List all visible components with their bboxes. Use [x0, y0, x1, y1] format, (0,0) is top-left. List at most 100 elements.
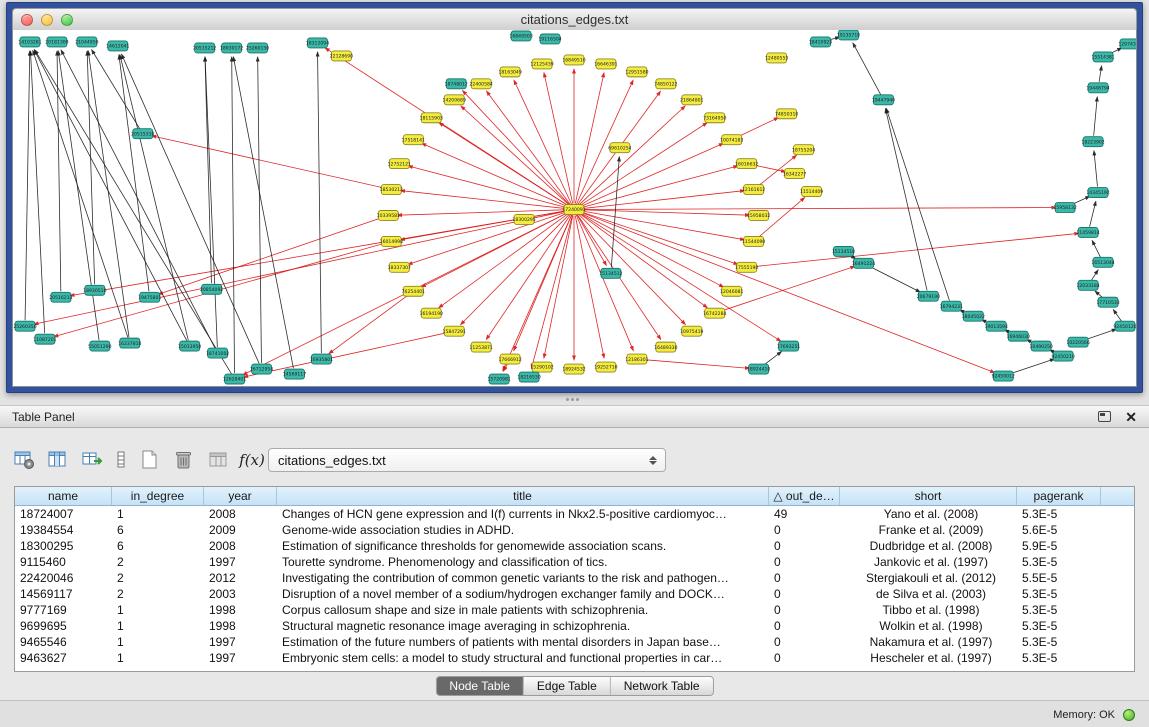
graph-node[interactable]: 73164950 [703, 113, 726, 123]
graph-node[interactable]: 10074183 [720, 135, 743, 145]
graph-node[interactable]: 10490250 [1030, 341, 1053, 351]
graph-node[interactable]: 16794231 [940, 301, 963, 311]
graph-node[interactable]: 25260150 [246, 43, 269, 53]
tab-edge-table[interactable]: Edge Table [523, 677, 610, 695]
graph-node[interactable]: 18223902 [1081, 137, 1104, 147]
graph-node[interactable]: 18530212 [380, 185, 403, 195]
graph-node[interactable]: 11514409 [800, 187, 823, 197]
graph-node[interactable]: 16849503 [509, 31, 532, 41]
graph-node[interactable]: 14569117 [283, 369, 306, 379]
table-row[interactable]: 2242004622012Investigating the contribut… [15, 570, 1134, 586]
graph-node[interactable]: 12125439 [530, 59, 553, 69]
graph-node[interactable]: 11253871 [470, 342, 493, 352]
graph-node[interactable]: 18924532 [562, 364, 585, 374]
graph-node[interactable]: 18312094 [306, 38, 329, 48]
table-row[interactable]: 946362711997Embryonic stem cells: a mode… [15, 650, 1134, 666]
graph-node[interactable]: 16342277 [783, 169, 806, 179]
new-table-icon[interactable] [136, 446, 164, 474]
graph-node[interactable]: 16489330 [654, 342, 677, 352]
graph-node[interactable]: 69610254 [608, 143, 631, 153]
graph-node[interactable]: 19252710 [594, 362, 617, 372]
function-builder-icon[interactable]: f(x) [238, 446, 266, 474]
graph-node[interactable]: 15514381 [1091, 52, 1114, 62]
graph-node[interactable]: 16513044 [1091, 257, 1114, 267]
graph-node[interactable]: 15134510 [832, 246, 855, 256]
graph-node[interactable]: 18337307 [388, 262, 411, 272]
graph-node[interactable]: 16646391 [594, 59, 617, 69]
graph-node[interactable]: 17693251 [777, 341, 800, 351]
graph-node[interactable]: 19448794 [1086, 83, 1109, 93]
column-header-pagerank[interactable]: pagerank [1017, 487, 1101, 505]
graph-node[interactable]: 10975419 [680, 326, 703, 336]
column-header-year[interactable]: year [204, 487, 277, 505]
graph-node[interactable]: 92450210 [1051, 351, 1074, 361]
graph-node[interactable]: 21044950 [75, 37, 98, 47]
graph-node[interactable]: 17555190 [735, 262, 758, 272]
manage-columns-icon[interactable] [44, 446, 72, 474]
table-row[interactable]: 1830029562008Estimation of significance … [15, 538, 1134, 554]
graph-node[interactable]: 15013950 [178, 341, 201, 351]
graph-node[interactable]: 16016632 [735, 159, 758, 169]
graph-node[interactable]: 14200689 [443, 95, 466, 105]
graph-node[interactable]: 15847291 [443, 326, 466, 336]
table-row[interactable]: 977716911998Corpus callosum shape and si… [15, 602, 1134, 618]
graph-node[interactable]: 22128690 [330, 51, 353, 61]
graph-node[interactable]: 15720981 [487, 374, 510, 384]
graph-node[interactable]: 18163049 [498, 67, 521, 77]
graph-node[interactable]: 16194190 [420, 308, 443, 318]
table-row[interactable]: 1456911722003Disruption of a novel membe… [15, 586, 1134, 602]
graph-node[interactable]: 12186301 [625, 354, 648, 364]
column-header-title[interactable]: title [277, 487, 769, 505]
tab-node-table[interactable]: Node Table [436, 677, 523, 695]
graph-node[interactable]: 16935801 [310, 354, 333, 364]
graph-node[interactable]: 18930172 [220, 43, 243, 53]
column-header-out_degree[interactable]: △ out_de… [769, 487, 840, 505]
float-panel-icon[interactable] [1098, 411, 1111, 422]
graph-node[interactable]: 18300295 [512, 214, 535, 224]
row-options-icon[interactable] [112, 446, 130, 474]
graph-node[interactable]: 11459814 [1076, 227, 1099, 237]
network-canvas[interactable]: 17240091 15958032 12161612 16016632 10074183… [13, 30, 1136, 386]
graph-node[interactable]: 20515212 [193, 43, 216, 53]
graph-node[interactable]: 12974393 [1118, 39, 1136, 49]
graph-node[interactable]: 15290102 [530, 362, 553, 372]
graph-node[interactable]: 22400584 [470, 79, 493, 89]
graph-node[interactable]: 16946030 [1007, 331, 1030, 341]
graph-node[interactable]: 18755204 [792, 145, 815, 155]
table-source-select[interactable]: citations_edges.txt [268, 448, 666, 472]
graph-node[interactable]: 15958132 [1053, 203, 1076, 213]
graph-node[interactable]: 16849510 [562, 55, 585, 65]
graph-node[interactable]: 16237810 [118, 338, 141, 348]
graph-node[interactable]: 18748012 [445, 79, 468, 89]
graph-node[interactable]: 19116504 [538, 34, 561, 44]
graph-node[interactable]: 19475801 [138, 292, 161, 302]
table-row[interactable]: 1872400712008Changes of HCN gene express… [15, 506, 1134, 522]
graph-node[interactable]: 18045022 [962, 311, 985, 321]
table-row[interactable]: 1938455462009Genome-wide association stu… [15, 522, 1134, 538]
table-row[interactable]: 946554611997Estimation of the future num… [15, 634, 1134, 650]
graph-node[interactable]: 18410923 [809, 37, 832, 47]
graph-node[interactable]: 16742284 [703, 308, 726, 318]
column-header-name[interactable]: name [15, 487, 112, 505]
import-file-icon[interactable] [204, 446, 232, 474]
graph-node[interactable]: 14612041 [106, 41, 129, 51]
graph-node[interactable]: 18216530 [517, 372, 540, 382]
graph-node[interactable]: 17666912 [498, 354, 521, 364]
graph-node[interactable]: 16712954 [250, 364, 273, 374]
graph-node[interactable]: 92450012 [992, 371, 1015, 381]
graph-node[interactable]: 14103281 [18, 37, 41, 47]
graph-node[interactable]: 20515310 [131, 129, 154, 139]
graph-node[interactable]: 14345192 [1086, 188, 1109, 198]
graph-node[interactable]: 19447940 [872, 95, 895, 105]
graph-node[interactable]: 16491224 [852, 258, 875, 268]
graph-node[interactable]: 15958032 [747, 210, 770, 220]
graph-node[interactable]: 92450120 [1113, 321, 1136, 331]
tab-network-table[interactable]: Network Table [610, 677, 713, 695]
graph-node[interactable]: 12046081 [720, 286, 743, 296]
graph-node[interactable]: 12033184 [1076, 280, 1099, 290]
graph-node[interactable]: 10339581 [377, 210, 400, 220]
graph-node[interactable]: 18741002 [206, 348, 229, 358]
graph-node[interactable]: 12161612 [742, 185, 765, 195]
column-header-in_degree[interactable]: in_degree [112, 487, 204, 505]
graph-node[interactable]: 17240091 [562, 205, 585, 215]
